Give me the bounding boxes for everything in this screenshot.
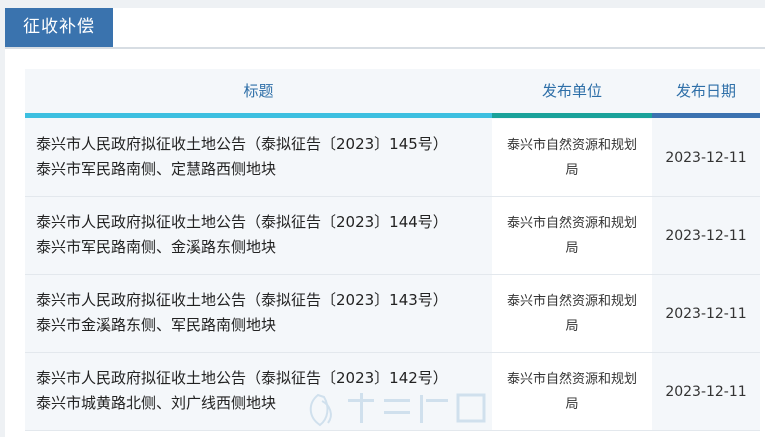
notice-title-line2: 泰兴市军民路南侧、金溪路东侧地块 (36, 238, 277, 256)
notice-title-line2: 泰兴市军民路南侧、定慧路西侧地块 (36, 160, 277, 178)
notice-title-link[interactable]: 泰兴市人民政府拟征收土地公告（泰拟征告〔2023〕142号） 泰兴市城黄路北侧、… (36, 366, 484, 416)
date-cell: 2023-12-11 (652, 119, 760, 196)
header-unit: 发布单位 (541, 82, 602, 100)
notice-title-line1: 泰兴市人民政府拟征收土地公告（泰拟征告〔2023〕142号） (36, 369, 448, 387)
header-title: 标题 (243, 82, 274, 100)
section-title-tab: 征收补偿 (5, 8, 113, 47)
publish-date: 2023-12-11 (665, 227, 747, 244)
header-date: 发布日期 (675, 82, 736, 100)
header-unit-bar (492, 113, 652, 118)
unit-cell: 泰兴市自然资源和规划局 (492, 275, 652, 352)
table-row: 泰兴市人民政府拟征收土地公告（泰拟征告〔2023〕145号） 泰兴市军民路南侧、… (25, 119, 760, 197)
page: 征收补偿 标题 发布单位 发布日期 泰兴市人民政府拟征收土地公告（泰拟征告〔20… (0, 0, 765, 437)
publish-date: 2023-12-11 (665, 305, 747, 322)
unit-cell: 泰兴市自然资源和规划局 (492, 197, 652, 274)
notice-table: 标题 发布单位 发布日期 泰兴市人民政府拟征收土地公告（泰拟征告〔2023〕14… (25, 69, 760, 437)
notice-title-line2: 泰兴市金溪路东侧、军民路南侧地块 (36, 316, 277, 334)
publisher-text: 泰兴市自然资源和规划局 (507, 293, 638, 334)
table-row: 泰兴市人民政府拟征收土地公告（泰拟征告〔2023〕142号） 泰兴市城黄路北侧、… (25, 353, 760, 431)
header-date-bar (652, 113, 760, 118)
title-cell: 泰兴市人民政府拟征收土地公告（泰拟征告〔2023〕145号） 泰兴市军民路南侧、… (25, 119, 492, 196)
title-cell: 泰兴市人民政府拟征收土地公告（泰拟征告〔2023〕143号） 泰兴市金溪路东侧、… (25, 275, 492, 352)
publisher-text: 泰兴市自然资源和规划局 (507, 137, 638, 178)
table-row: 泰兴市人民政府拟征收土地公告（泰拟征告〔2023〕144号） 泰兴市军民路南侧、… (25, 197, 760, 275)
table-row: 泰兴市人民政府拟征收土地公告（泰拟征告〔2023〕143号） 泰兴市金溪路东侧、… (25, 275, 760, 353)
title-cell: 泰兴市人民政府拟征收土地公告（泰拟征告〔2023〕142号） 泰兴市城黄路北侧、… (25, 353, 492, 430)
notice-title-link[interactable]: 泰兴市人民政府拟征收土地公告（泰拟征告〔2023〕145号） 泰兴市军民路南侧、… (36, 132, 484, 182)
content-panel: 征收补偿 标题 发布单位 发布日期 泰兴市人民政府拟征收土地公告（泰拟征告〔20… (5, 8, 765, 437)
notice-title-line1: 泰兴市人民政府拟征收土地公告（泰拟征告〔2023〕145号） (36, 135, 448, 153)
date-cell: 2023-12-11 (652, 353, 760, 430)
title-cell: 泰兴市人民政府拟征收土地公告（泰拟征告〔2023〕144号） 泰兴市军民路南侧、… (25, 197, 492, 274)
publish-date: 2023-12-11 (665, 383, 747, 400)
table-header: 标题 发布单位 发布日期 (25, 69, 760, 119)
publisher-text: 泰兴市自然资源和规划局 (507, 371, 638, 412)
notice-title-link[interactable]: 泰兴市人民政府拟征收土地公告（泰拟征告〔2023〕144号） 泰兴市军民路南侧、… (36, 210, 484, 260)
publish-date: 2023-12-11 (665, 149, 747, 166)
header-title-bar (25, 113, 492, 118)
notice-title-line1: 泰兴市人民政府拟征收土地公告（泰拟征告〔2023〕143号） (36, 291, 448, 309)
section-divider (5, 47, 765, 49)
date-cell: 2023-12-11 (652, 275, 760, 352)
unit-cell: 泰兴市自然资源和规划局 (492, 119, 652, 196)
publisher-text: 泰兴市自然资源和规划局 (507, 215, 638, 256)
unit-cell: 泰兴市自然资源和规划局 (492, 353, 652, 430)
notice-title-link[interactable]: 泰兴市人民政府拟征收土地公告（泰拟征告〔2023〕143号） 泰兴市金溪路东侧、… (36, 288, 484, 338)
date-cell: 2023-12-11 (652, 197, 760, 274)
notice-title-line1: 泰兴市人民政府拟征收土地公告（泰拟征告〔2023〕144号） (36, 213, 448, 231)
notice-title-line2: 泰兴市城黄路北侧、刘广线西侧地块 (36, 394, 277, 412)
